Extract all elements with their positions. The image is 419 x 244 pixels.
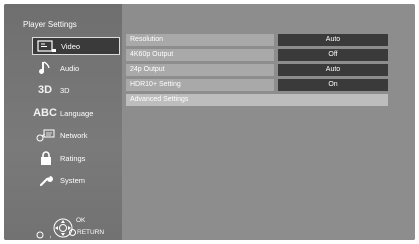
nav-label-system: System: [60, 175, 86, 185]
nav-label-network: Network: [60, 130, 88, 140]
nav-item-audio[interactable]: Audio: [32, 59, 120, 77]
nav-item-video[interactable]: Video: [32, 37, 120, 55]
setting-value[interactable]: Off: [278, 49, 388, 61]
settings-panel: Resolution Auto 4K60p Output Off 24p Out…: [122, 4, 415, 240]
nav-item-3d[interactable]: 3D 3D: [32, 81, 120, 99]
setting-label: Advanced Settings: [126, 94, 388, 106]
audio-icon: [35, 60, 57, 76]
ok-label: OK: [76, 217, 86, 224]
nav-label-3d: 3D: [60, 85, 70, 95]
setting-value[interactable]: On: [278, 79, 388, 91]
nav-label-language: Language: [60, 108, 94, 118]
return-text: RETURN: [77, 229, 105, 237]
return-label: RETURN: [69, 229, 104, 236]
nav-label-video: Video: [61, 41, 81, 51]
setting-value[interactable]: Auto: [278, 64, 388, 76]
return-dot-icon: [69, 229, 76, 236]
setting-label: HDR10+ Setting: [126, 79, 274, 91]
nav-item-system[interactable]: System: [32, 171, 120, 189]
setting-label: 4K60p Output: [126, 49, 274, 61]
return-icon: [36, 231, 44, 240]
player-settings-screen: Player Settings Video Audio 3D 3D ABC La…: [4, 4, 415, 240]
setting-value[interactable]: Auto: [278, 34, 388, 46]
language-icon: ABC: [33, 107, 57, 119]
nav-label-audio: Audio: [60, 63, 80, 73]
nav-item-language[interactable]: ABC Language: [32, 104, 120, 122]
3d-icon: 3D: [37, 84, 53, 96]
lock-icon: [35, 150, 57, 166]
video-icon: [36, 38, 58, 54]
nav-item-network[interactable]: Network: [32, 126, 120, 144]
setting-label: Resolution: [126, 34, 274, 46]
sidebar: Player Settings Video Audio 3D 3D ABC La…: [4, 4, 122, 240]
nav-label-ratings: Ratings: [60, 153, 86, 163]
setting-label: 24p Output: [126, 64, 274, 76]
nav-item-ratings[interactable]: Ratings: [32, 149, 120, 167]
wrench-icon: [35, 172, 57, 188]
page-title: Player Settings: [23, 20, 77, 29]
network-icon: [35, 127, 57, 143]
remote-control-hints: OK RETURN: [36, 217, 122, 240]
